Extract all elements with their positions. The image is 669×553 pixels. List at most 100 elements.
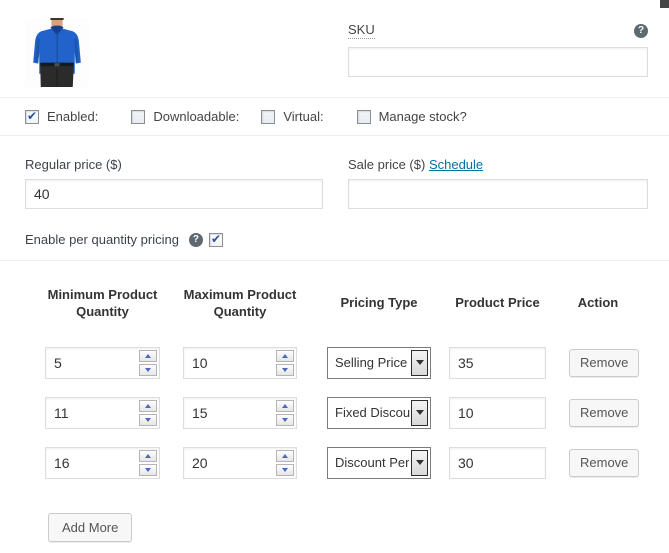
arrow-up-icon — [145, 353, 151, 358]
arrow-up-icon — [145, 403, 151, 408]
max-quantity-stepper — [183, 396, 297, 429]
regular-price-label: Regular price ($) — [25, 157, 122, 172]
regular-price-field: Regular price ($) — [25, 157, 323, 209]
product-price-input[interactable] — [449, 346, 546, 379]
remove-button[interactable]: Remove — [569, 448, 640, 477]
enabled-option: Enabled: — [25, 109, 98, 124]
enabled-checkbox[interactable] — [25, 109, 39, 124]
sku-help-icon[interactable]: ? — [634, 23, 648, 38]
min-quantity-stepper — [45, 396, 160, 429]
header-product-price: Product Price — [455, 295, 540, 311]
table-header-row: Minimum Product Quantity Maximum Product… — [45, 287, 669, 321]
spin-down-button[interactable] — [139, 413, 157, 426]
pricing-type-value: Selling Price — [335, 355, 408, 371]
chevron-down-icon — [415, 460, 424, 466]
spin-down-button[interactable] — [276, 413, 294, 426]
spin-down-button[interactable] — [139, 363, 157, 376]
header-action: Action — [577, 295, 619, 311]
spin-up-button[interactable] — [139, 349, 157, 362]
arrow-up-icon — [145, 453, 151, 458]
pricing-type-select[interactable]: Selling Price — [327, 346, 431, 379]
enabled-label: Enabled: — [47, 109, 99, 124]
spin-up-button[interactable] — [276, 399, 294, 412]
header-min-quantity: Minimum Product Quantity — [47, 287, 158, 319]
spin-down-button[interactable] — [139, 463, 157, 476]
corner-fragment — [660, 0, 669, 8]
remove-button[interactable]: Remove — [569, 398, 640, 427]
table-row: Fixed Discou Remove — [45, 396, 669, 429]
arrow-down-icon — [145, 467, 151, 472]
sku-column: SKU ? — [348, 18, 648, 87]
arrow-down-icon — [145, 417, 151, 422]
pricing-type-select[interactable]: Discount Per — [327, 446, 431, 479]
chevron-down-icon — [415, 410, 424, 416]
arrow-down-icon — [282, 367, 288, 372]
pricing-type-value: Fixed Discou — [335, 405, 410, 421]
variation-options-row: Enabled: Downloadable: Virtual: Manage s… — [0, 98, 669, 135]
spinner — [139, 449, 157, 476]
max-quantity-stepper — [183, 346, 297, 379]
manage-stock-label: Manage stock? — [378, 109, 467, 124]
header-pricing-type: Pricing Type — [340, 295, 418, 311]
table-row: Discount Per Remove — [45, 446, 669, 479]
spinner — [139, 399, 157, 426]
arrow-up-icon — [282, 403, 288, 408]
arrow-down-icon — [282, 467, 288, 472]
image-column — [25, 18, 348, 87]
downloadable-label: Downloadable: — [153, 109, 240, 124]
downloadable-option: Downloadable: — [131, 109, 239, 124]
spin-down-button[interactable] — [276, 463, 294, 476]
sku-input[interactable] — [348, 47, 648, 77]
add-more-row: Add More — [45, 497, 669, 542]
arrow-down-icon — [282, 417, 288, 422]
spin-up-button[interactable] — [276, 349, 294, 362]
table-row: Selling Price Remove — [45, 346, 669, 379]
per-quantity-label: Enable per quantity pricing — [25, 232, 179, 247]
schedule-link[interactable]: Schedule — [429, 157, 483, 172]
min-quantity-stepper — [45, 346, 160, 379]
spin-up-button[interactable] — [139, 399, 157, 412]
dropdown-arrow-button — [411, 449, 428, 476]
product-price-input[interactable] — [449, 446, 546, 479]
max-quantity-stepper — [183, 446, 297, 479]
spin-up-button[interactable] — [139, 449, 157, 462]
spinner — [139, 349, 157, 376]
spin-down-button[interactable] — [276, 363, 294, 376]
variation-panel: SKU ? Enabled: Downloadable: Virtual: Ma… — [0, 0, 669, 553]
action-cell: Remove — [569, 348, 640, 377]
spin-up-button[interactable] — [276, 449, 294, 462]
sale-price-label: Sale price ($) — [348, 157, 426, 172]
top-section: SKU ? — [0, 0, 669, 87]
product-price-cell — [449, 396, 546, 429]
dropdown-arrow-button — [411, 399, 428, 426]
per-quantity-checkbox[interactable] — [208, 232, 223, 247]
min-quantity-stepper — [45, 446, 160, 479]
virtual-checkbox[interactable] — [261, 109, 276, 124]
virtual-label: Virtual: — [283, 109, 324, 124]
sale-price-input[interactable] — [348, 179, 648, 209]
product-price-cell — [449, 346, 546, 379]
regular-price-input[interactable] — [25, 179, 323, 209]
action-cell: Remove — [569, 398, 640, 427]
spinner — [276, 349, 294, 376]
sku-label: SKU — [348, 22, 375, 39]
action-cell: Remove — [569, 448, 640, 477]
product-price-input[interactable] — [449, 396, 546, 429]
quantity-pricing-table: Minimum Product Quantity Maximum Product… — [0, 261, 669, 542]
downloadable-checkbox[interactable] — [131, 109, 146, 124]
per-quantity-help-icon[interactable]: ? — [188, 232, 203, 247]
arrow-up-icon — [282, 453, 288, 458]
product-image[interactable] — [25, 18, 89, 87]
remove-button[interactable]: Remove — [569, 348, 640, 377]
product-price-cell — [449, 446, 546, 479]
per-quantity-toggle-row: Enable per quantity pricing ? — [0, 209, 669, 260]
arrow-down-icon — [145, 367, 151, 372]
manage-stock-checkbox[interactable] — [356, 109, 371, 124]
pricing-type-value: Discount Per — [335, 455, 410, 471]
price-section: Regular price ($) Sale price ($) Schedul… — [0, 136, 669, 209]
virtual-option: Virtual: — [261, 109, 324, 124]
dropdown-arrow-button — [411, 349, 428, 376]
add-more-button[interactable]: Add More — [48, 512, 133, 542]
sale-price-field: Sale price ($) Schedule — [348, 157, 648, 209]
pricing-type-select[interactable]: Fixed Discou — [327, 396, 431, 429]
